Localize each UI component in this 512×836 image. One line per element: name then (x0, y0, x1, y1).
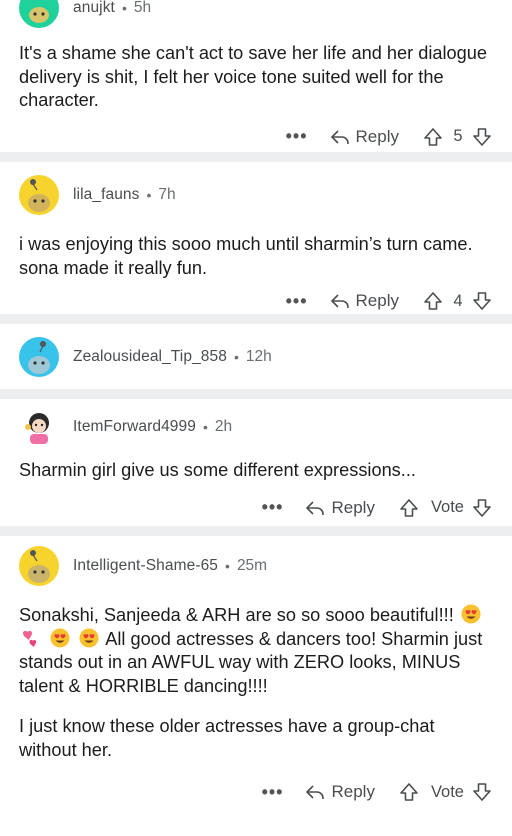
reply-button[interactable]: Reply (330, 127, 399, 147)
avatar[interactable] (19, 546, 59, 586)
vote-label: Vote (430, 782, 464, 801)
downvote-icon[interactable] (472, 782, 492, 802)
separator-dot: • (233, 348, 239, 365)
avatar[interactable] (19, 336, 59, 377)
username[interactable]: anujkt (73, 0, 115, 17)
comment-header: anujkt • 5h (0, 0, 512, 28)
timestamp: 12h (245, 347, 272, 365)
separator-dot: • (146, 187, 152, 203)
comment-3-collapsed[interactable]: Zealousideal_Tip_858 • 12h (0, 324, 512, 389)
reply-label: Reply (355, 291, 399, 310)
reply-icon (306, 500, 325, 515)
comment-body: Sonakshi, Sanjeeda & ARH are so so sooo … (0, 604, 512, 762)
username[interactable]: Zealousideal_Tip_858 (73, 348, 227, 366)
vote-controls: 4 (423, 291, 492, 311)
more-options-button[interactable]: ••• (286, 126, 308, 147)
comment-text: Sonakshi, Sanjeeda & ARH are so so sooo … (19, 604, 493, 698)
comment-body: Sharmin girl give us some different expr… (0, 459, 512, 483)
comment-text-part: Sonakshi, Sanjeeda & ARH are so so sooo … (19, 605, 454, 625)
comment-header: lila_fauns • 7h (0, 162, 512, 225)
downvote-icon[interactable] (472, 498, 492, 518)
reply-button[interactable]: Reply (305, 497, 375, 518)
comment-text: I just know these older actresses have a… (19, 716, 435, 760)
reply-icon (330, 294, 349, 308)
timestamp: 2h (214, 418, 233, 435)
comment-body: It's a shame she can't act to save her l… (0, 42, 512, 113)
comment-text: i was enjoying this sooo much until shar… (19, 234, 473, 278)
heart-eyes-emoji (79, 628, 99, 647)
comment-actions: ••• Reply Vote (0, 772, 512, 812)
comment-5: Intelligent-Shame-65 • 25m Sonakshi, San… (0, 536, 512, 836)
comment-header: Zealousideal_Tip_858 • 12h (0, 324, 512, 389)
avatar[interactable] (19, 175, 59, 215)
comment-actions: ••• Reply 4 (0, 281, 512, 321)
comment-actions: ••• Reply 5 (0, 117, 512, 157)
heart-eyes-emoji (461, 604, 481, 624)
comment-actions: ••• Reply Vote (0, 488, 512, 528)
upvote-icon[interactable] (399, 782, 419, 802)
comment-header: Intelligent-Shame-65 • 25m (0, 536, 512, 596)
reply-icon (330, 129, 349, 144)
vote-controls: 5 (423, 127, 492, 147)
vote-label: Vote (430, 498, 464, 516)
reply-label: Reply (331, 782, 375, 801)
separator (0, 526, 512, 536)
username[interactable]: Intelligent-Shame-65 (73, 557, 218, 575)
avatar[interactable] (19, 0, 59, 28)
username[interactable]: ItemForward4999 (73, 418, 196, 436)
comment-body: i was enjoying this sooo much until shar… (0, 233, 512, 280)
comment-header: ItemForward4999 • 2h (0, 399, 512, 455)
separator (0, 389, 512, 399)
timestamp: 5h (133, 0, 152, 16)
comment-2: lila_fauns • 7h i was enjoying this sooo… (0, 162, 512, 314)
separator-dot: • (121, 0, 127, 16)
separator-dot: • (225, 558, 230, 574)
upvote-icon[interactable] (423, 291, 443, 311)
reply-button[interactable]: Reply (305, 782, 375, 802)
reply-label: Reply (331, 497, 375, 517)
vote-controls: Vote (399, 498, 492, 518)
heart-eyes-emoji (50, 628, 70, 647)
upvote-icon[interactable] (399, 498, 419, 518)
two-hearts-emoji (23, 630, 37, 647)
comment-1: anujkt • 5h It's a shame she can't act t… (0, 0, 512, 152)
vote-controls: Vote (399, 782, 492, 802)
timestamp: 25m (236, 557, 268, 574)
more-options-button[interactable]: ••• (262, 782, 284, 803)
vote-count: 5 (453, 127, 463, 145)
timestamp: 7h (158, 186, 176, 203)
more-options-button[interactable]: ••• (262, 497, 284, 518)
more-options-button[interactable]: ••• (286, 291, 308, 312)
comment-4: ItemForward4999 • 2h Sharmin girl give u… (0, 399, 512, 526)
avatar[interactable] (19, 407, 59, 447)
username[interactable]: lila_fauns (73, 186, 140, 204)
upvote-icon[interactable] (423, 127, 443, 147)
vote-count: 4 (453, 291, 463, 310)
separator-dot: • (202, 419, 208, 435)
comment-text: It's a shame she can't act to save her l… (19, 43, 487, 110)
downvote-icon[interactable] (472, 291, 492, 311)
reply-label: Reply (355, 126, 399, 146)
reply-button[interactable]: Reply (330, 291, 399, 311)
comment-text: Sharmin girl give us some different expr… (19, 460, 416, 480)
reply-icon (306, 785, 325, 799)
downvote-icon[interactable] (472, 127, 492, 147)
